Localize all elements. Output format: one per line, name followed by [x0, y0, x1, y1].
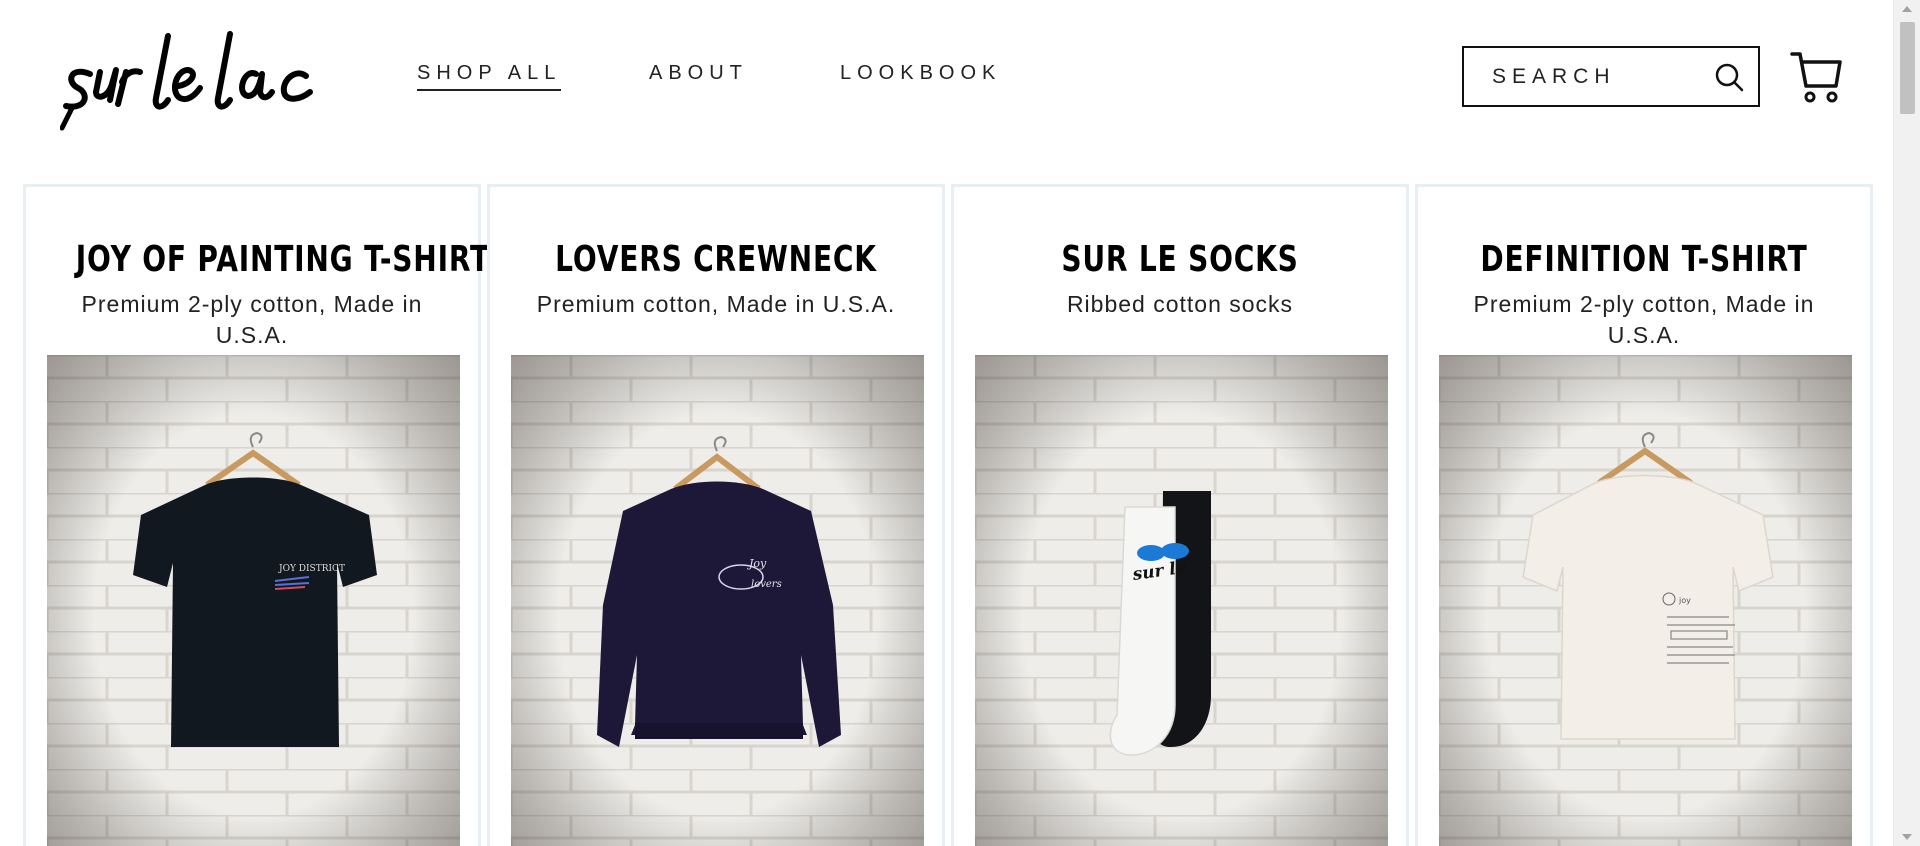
product-image[interactable]: sur le: [975, 355, 1388, 846]
scroll-thumb[interactable]: [1900, 22, 1915, 114]
svg-text:JOY DISTRICT: JOY DISTRICT: [278, 564, 345, 574]
product-card[interactable]: JOY OF PAINTING T-SHIRT Premium 2-ply co…: [23, 184, 489, 846]
nav-lookbook[interactable]: LOOKBOOK: [840, 62, 1001, 85]
site-header: SHOP ALL ABOUT LOOKBOOK: [0, 0, 1893, 150]
product-description: Premium cotton, Made in U.S.A.: [536, 291, 896, 317]
search-box: [1462, 46, 1760, 107]
nav-about[interactable]: ABOUT: [649, 62, 748, 85]
product-title[interactable]: JOY OF PAINTING T-SHIRT: [76, 239, 489, 280]
product-card[interactable]: DEFINITION T-SHIRT Premium 2-ply cotton,…: [1415, 184, 1873, 846]
product-description: Ribbed cotton socks: [1066, 291, 1294, 317]
page-scrollbar[interactable]: [1893, 0, 1920, 846]
svg-text:Joy: Joy: [747, 557, 767, 570]
search-input[interactable]: [1464, 64, 1694, 89]
product-grid: JOY OF PAINTING T-SHIRT Premium 2-ply co…: [23, 184, 1873, 846]
svg-text:joy: joy: [1678, 596, 1691, 605]
product-description: Premium 2-ply cotton, Made in U.S.A.: [81, 291, 423, 348]
product-image[interactable]: Joy lovers: [511, 355, 924, 846]
nav-shop-all[interactable]: SHOP ALL: [417, 62, 562, 91]
scroll-down-arrow-icon[interactable]: [1902, 834, 1912, 840]
product-title[interactable]: SUR LE SOCKS: [1004, 239, 1357, 280]
search-icon[interactable]: [1714, 62, 1744, 92]
product-title[interactable]: DEFINITION T-SHIRT: [1468, 239, 1821, 280]
product-description: Premium 2-ply cotton, Made in U.S.A.: [1473, 291, 1815, 348]
product-title[interactable]: LOVERS CREWNECK: [540, 239, 893, 280]
product-card[interactable]: SUR LE SOCKS Ribbed cotton socks sur le: [951, 184, 1409, 846]
product-image[interactable]: joy: [1439, 355, 1852, 846]
logo-icon: [60, 31, 313, 131]
product-card[interactable]: LOVERS CREWNECK Premium cotton, Made in …: [487, 184, 945, 846]
scroll-up-arrow-icon[interactable]: [1902, 6, 1912, 12]
product-image[interactable]: JOY DISTRICT: [47, 355, 460, 846]
cart-icon[interactable]: [1790, 50, 1842, 104]
svg-text:lovers: lovers: [751, 579, 782, 590]
